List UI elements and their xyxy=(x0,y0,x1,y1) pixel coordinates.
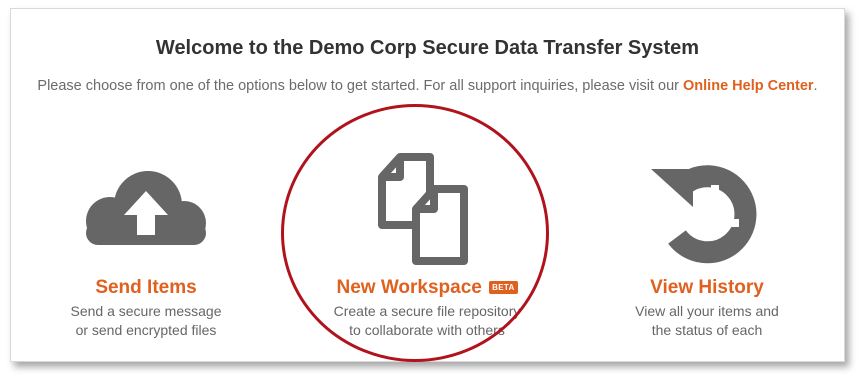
new-workspace-option[interactable]: New Workspace BETA Create a secure file … xyxy=(302,149,552,340)
documents-icon[interactable] xyxy=(372,149,482,269)
cloud-upload-icon[interactable] xyxy=(72,159,220,259)
new-workspace-desc-line1: Create a secure file repository xyxy=(333,303,521,319)
new-workspace-icon-wrap xyxy=(302,149,552,269)
send-items-desc-line2: or send encrypted files xyxy=(75,322,217,338)
intro-text-body: Please choose from one of the options be… xyxy=(37,78,684,94)
send-items-desc-line1: Send a secure message xyxy=(70,303,222,319)
view-history-description: View all your items and the status of ea… xyxy=(582,302,832,340)
view-history-icon-wrap xyxy=(582,149,832,269)
intro-text: Please choose from one of the options be… xyxy=(11,78,844,94)
online-help-center-link[interactable]: Online Help Center xyxy=(683,78,814,94)
send-items-option[interactable]: Send Items Send a secure message or send… xyxy=(21,149,271,340)
send-items-icon-wrap xyxy=(21,149,271,269)
new-workspace-desc-line2: to collaborate with others xyxy=(349,322,505,338)
send-items-label[interactable]: Send Items xyxy=(21,277,271,299)
new-workspace-label[interactable]: New Workspace xyxy=(336,277,481,298)
beta-badge: BETA xyxy=(489,281,518,294)
view-history-desc-line1: View all your items and xyxy=(635,303,779,319)
welcome-panel: Welcome to the Demo Corp Secure Data Tra… xyxy=(10,8,845,362)
new-workspace-label-row[interactable]: New Workspace BETA xyxy=(302,277,552,299)
send-items-description: Send a secure message or send encrypted … xyxy=(21,302,271,340)
view-history-label[interactable]: View History xyxy=(582,277,832,299)
page-title: Welcome to the Demo Corp Secure Data Tra… xyxy=(155,37,700,59)
new-workspace-description: Create a secure file repository to colla… xyxy=(302,302,552,340)
view-history-desc-line2: the status of each xyxy=(651,322,763,338)
view-history-option[interactable]: View History View all your items and the… xyxy=(582,149,832,340)
intro-text-end: . xyxy=(813,78,818,94)
history-icon[interactable] xyxy=(647,149,767,269)
